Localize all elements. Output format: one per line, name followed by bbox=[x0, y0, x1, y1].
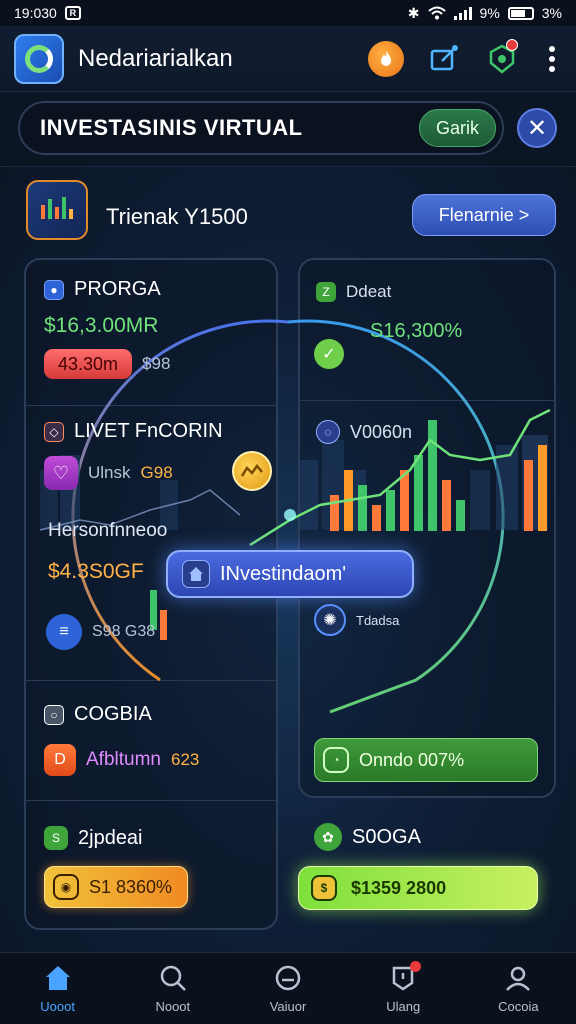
nav-home[interactable]: Uooot bbox=[0, 953, 115, 1024]
soga-label: S0OGA bbox=[352, 825, 421, 848]
green-action-button[interactable]: ◔ Onndo 007% bbox=[314, 738, 538, 782]
pill-note: $98 bbox=[142, 354, 171, 373]
check-icon: ✓ bbox=[314, 339, 344, 369]
divider bbox=[26, 405, 276, 406]
orange-button-label: S1 8360% bbox=[89, 876, 173, 897]
notification-badge bbox=[506, 38, 518, 51]
search-button[interactable]: Garik bbox=[418, 109, 496, 147]
nav-profile[interactable]: Cocoia bbox=[461, 953, 576, 1024]
gear-badge-icon: ✿ bbox=[314, 823, 342, 851]
profile-icon bbox=[506, 966, 531, 991]
ddeat-value: S16,300% bbox=[370, 320, 463, 342]
gear-icon: ✺ bbox=[314, 604, 346, 636]
edit-icon[interactable] bbox=[426, 41, 462, 77]
bottom-nav: Uooot Nooot Vaiuor Ulang Cocoia bbox=[0, 952, 576, 1024]
heart-icon: ♡ bbox=[44, 456, 78, 490]
d-icon: D bbox=[44, 744, 76, 776]
notification-icon: R bbox=[64, 6, 81, 20]
list-icon: ≡ bbox=[46, 614, 82, 650]
status-bar: 19:030 R ✱ 9% 3% bbox=[0, 0, 576, 26]
v0060n-label: V0060n bbox=[350, 421, 413, 442]
amount-value: $4.3S0GF bbox=[48, 560, 144, 583]
home-icon bbox=[182, 560, 210, 588]
cogbia-label: COGBIA bbox=[74, 703, 152, 725]
ring-icon: ◌ bbox=[316, 420, 340, 444]
ulnsk-label: Ulnsk bbox=[88, 463, 131, 482]
camera-icon: ◉ bbox=[53, 874, 79, 900]
ddeat-label: Ddeat bbox=[346, 282, 392, 301]
divider bbox=[300, 400, 554, 401]
section-title: Trienak Y1500 bbox=[106, 204, 248, 229]
app-bar: Nedariarialkan bbox=[0, 26, 576, 92]
close-icon[interactable]: ✕ bbox=[517, 108, 557, 148]
nav-search-label: Nooot bbox=[155, 999, 191, 1014]
orange-value-button[interactable]: ◉ S1 8360% bbox=[44, 866, 188, 908]
home-icon bbox=[45, 966, 70, 990]
badge-icon: ○ bbox=[44, 704, 64, 725]
battery-percent: 9% bbox=[479, 5, 500, 21]
lime-button-label: $1359 2800 bbox=[351, 877, 447, 898]
invest-button-label: INvestindaom' bbox=[220, 562, 347, 585]
nav-alerts[interactable]: Ulang bbox=[346, 953, 461, 1024]
coin-icon: ● bbox=[44, 279, 64, 300]
coin-gold-icon bbox=[232, 451, 272, 491]
section-caption: Hersonfnneoo bbox=[48, 520, 168, 541]
prorga-value: $16,3.00MR bbox=[44, 314, 159, 337]
nav-wallet-label: Vaiuor bbox=[269, 999, 307, 1014]
shield-icon[interactable] bbox=[484, 38, 520, 77]
ulnsk-value: G98 bbox=[140, 463, 173, 482]
battery-icon bbox=[507, 6, 534, 20]
nav-alerts-label: Ulang bbox=[386, 999, 421, 1014]
green-button-label: Onndo 007% bbox=[359, 749, 465, 770]
tdadsa-label: Tdadsa bbox=[356, 612, 400, 628]
lime-value-button[interactable]: $ $1359 2800 bbox=[298, 866, 538, 910]
more-icon[interactable] bbox=[542, 45, 562, 72]
divider bbox=[26, 680, 276, 681]
livet-label: LIVET FnCORIN bbox=[74, 420, 223, 442]
tag-icon: ◇ bbox=[44, 421, 64, 442]
nav-home-label: Uooot bbox=[40, 999, 75, 1014]
search-input[interactable]: INVESTASINIS VIRTUAL bbox=[40, 115, 419, 141]
nav-badge bbox=[409, 961, 421, 972]
prorga-label: PRORGA bbox=[74, 278, 161, 300]
wallet-coin-icon: $ bbox=[311, 875, 337, 901]
wallet-icon bbox=[275, 965, 301, 991]
loss-pill[interactable]: 43.30m bbox=[44, 349, 133, 379]
header-action-button[interactable]: Flenarnie > bbox=[412, 194, 556, 236]
afbltumn-value: 623 bbox=[170, 750, 200, 769]
nav-wallet[interactable]: Vaiuor bbox=[230, 953, 345, 1024]
battery-percent-2: 3% bbox=[541, 5, 562, 21]
zig-icon: Z bbox=[316, 282, 336, 302]
section4-label: 2jpdeai bbox=[78, 826, 143, 849]
nav-search[interactable]: Nooot bbox=[115, 953, 230, 1024]
bluetooth-icon: ✱ bbox=[407, 4, 420, 21]
flame-icon[interactable] bbox=[368, 40, 404, 77]
invest-button[interactable]: INvestindaom' bbox=[166, 550, 414, 598]
chart-logo-icon bbox=[26, 180, 88, 240]
afbltumn-label: Afbltumn bbox=[86, 749, 161, 770]
wifi-icon bbox=[427, 6, 446, 20]
nav-profile-label: Cocoia bbox=[498, 999, 539, 1014]
s-icon: S bbox=[44, 826, 68, 850]
divider bbox=[26, 800, 276, 801]
foot-value: S98 G38 bbox=[92, 623, 156, 640]
app-title: Nedariarialkan bbox=[78, 44, 233, 72]
app-logo-icon[interactable] bbox=[14, 33, 64, 84]
clock: 19:030 bbox=[14, 5, 57, 21]
signal-icon bbox=[453, 6, 472, 20]
search-icon bbox=[160, 965, 186, 991]
chat-icon: ◔ bbox=[323, 747, 349, 773]
search-bar[interactable]: INVESTASINIS VIRTUAL Garik bbox=[18, 101, 504, 155]
